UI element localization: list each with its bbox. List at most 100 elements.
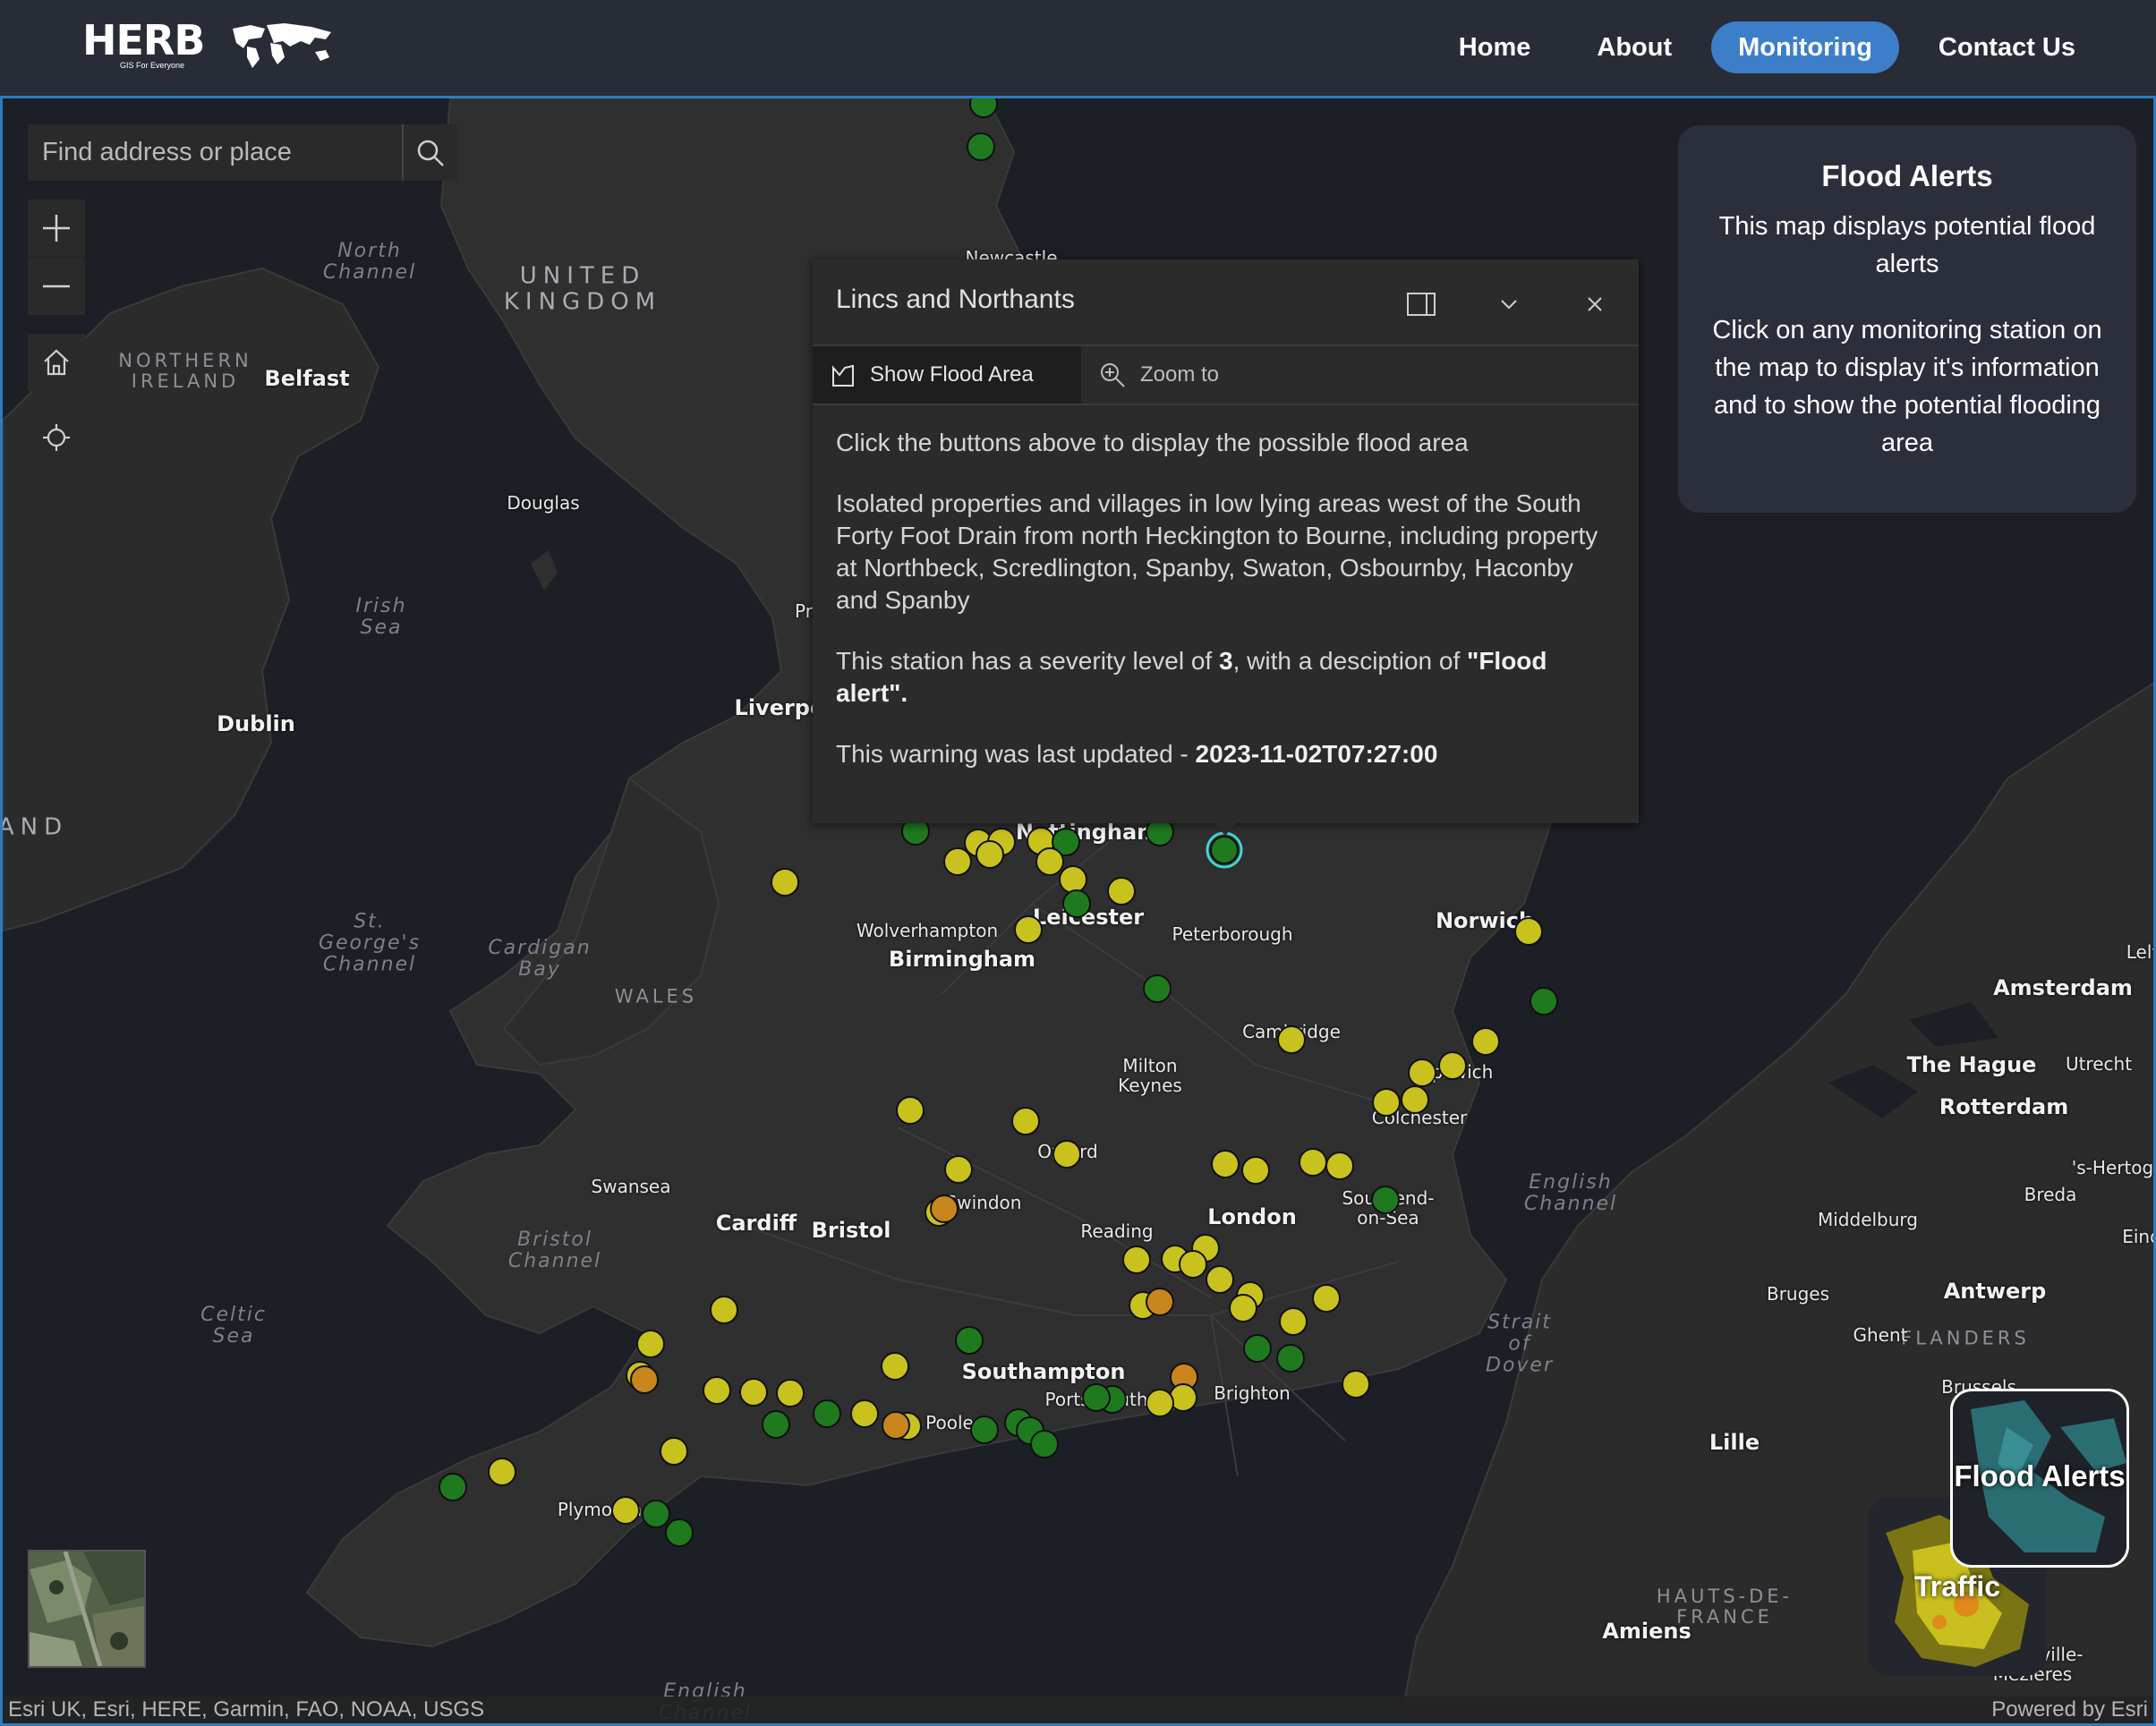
- show-flood-area-button[interactable]: Show Flood Area: [813, 346, 1081, 404]
- popup-updated: This warning was last updated - 2023-11-…: [836, 740, 1438, 768]
- station-marker-alert[interactable]: [636, 1330, 665, 1358]
- station-marker-alert[interactable]: [1206, 1265, 1234, 1294]
- station-marker-alert[interactable]: [488, 1458, 516, 1486]
- station-marker-alert[interactable]: [1471, 1027, 1500, 1056]
- station-marker-severe[interactable]: [630, 1365, 659, 1394]
- station-marker-normal[interactable]: [1082, 1383, 1111, 1412]
- station-marker-normal[interactable]: [1276, 1344, 1305, 1373]
- station-marker-normal[interactable]: [1371, 1186, 1400, 1214]
- herb-logo[interactable]: HERB GIS For Everyone: [82, 16, 331, 79]
- collapse-popup-button[interactable]: [1493, 288, 1525, 320]
- flood-alerts-layer-card[interactable]: Flood Alerts: [1950, 1389, 2129, 1568]
- station-marker-normal[interactable]: [1143, 974, 1172, 1003]
- logo-tagline: GIS For Everyone: [120, 61, 185, 70]
- station-marker-alert[interactable]: [1229, 1294, 1257, 1322]
- station-marker-alert[interactable]: [1372, 1088, 1401, 1117]
- station-marker-alert[interactable]: [1052, 1140, 1081, 1169]
- station-marker-alert[interactable]: [1312, 1284, 1341, 1313]
- locate-crosshair-icon: [43, 424, 70, 451]
- popup-title: Lincs and Northants: [836, 285, 1075, 314]
- station-marker-severe[interactable]: [882, 1411, 910, 1440]
- station-marker-normal[interactable]: [969, 98, 998, 118]
- nav-home[interactable]: Home: [1432, 21, 1558, 73]
- popup-severity: This station has a severity level of 3, …: [836, 647, 1547, 707]
- station-marker-alert[interactable]: [703, 1376, 731, 1405]
- station-marker-normal[interactable]: [1030, 1430, 1059, 1458]
- station-marker-severe[interactable]: [930, 1195, 959, 1223]
- dock-popup-button[interactable]: [1405, 288, 1437, 320]
- station-marker-normal[interactable]: [642, 1500, 670, 1528]
- station-marker-alert[interactable]: [771, 868, 799, 897]
- nav-monitoring[interactable]: Monitoring: [1711, 21, 1899, 73]
- station-marker-alert[interactable]: [1401, 1085, 1429, 1114]
- satellite-thumbnail-icon: [30, 1552, 144, 1666]
- main-nav: Home About Monitoring Contact Us: [1432, 21, 2102, 73]
- station-marker-alert[interactable]: [943, 847, 972, 876]
- station-marker-alert[interactable]: [881, 1352, 909, 1381]
- station-marker-normal[interactable]: [665, 1518, 694, 1547]
- station-marker-normal[interactable]: [967, 132, 995, 161]
- popup-intro: Click the buttons above to display the p…: [836, 429, 1469, 456]
- station-marker-alert[interactable]: [944, 1155, 973, 1184]
- station-marker-alert[interactable]: [1325, 1152, 1354, 1180]
- zoom-out-button[interactable]: [28, 258, 85, 315]
- close-popup-button[interactable]: [1579, 288, 1611, 320]
- station-marker-alert[interactable]: [1035, 847, 1064, 876]
- station-marker-alert[interactable]: [1122, 1246, 1151, 1274]
- zoom-to-button[interactable]: Zoom to: [1081, 346, 1237, 404]
- station-marker-alert[interactable]: [1438, 1051, 1467, 1080]
- station-marker-normal[interactable]: [970, 1416, 999, 1444]
- station-marker-alert[interactable]: [1014, 915, 1043, 944]
- station-marker-normal[interactable]: [1210, 836, 1239, 864]
- station-marker-alert[interactable]: [1011, 1107, 1040, 1135]
- station-marker-alert[interactable]: [1408, 1059, 1436, 1087]
- station-marker-normal[interactable]: [762, 1410, 790, 1439]
- station-marker-alert[interactable]: [1169, 1383, 1197, 1412]
- station-marker-normal[interactable]: [813, 1399, 841, 1428]
- info-card-title: Flood Alerts: [1821, 159, 1993, 192]
- station-marker-alert[interactable]: [976, 840, 1004, 869]
- station-marker-normal[interactable]: [439, 1473, 467, 1501]
- station-marker-alert[interactable]: [1241, 1156, 1270, 1185]
- popup-pointer: [1213, 821, 1238, 836]
- station-marker-alert[interactable]: [710, 1296, 738, 1324]
- station-marker-severe[interactable]: [1146, 1288, 1174, 1316]
- station-marker-alert[interactable]: [611, 1496, 640, 1525]
- attribution-bar: Esri UK, Esri, HERE, Garmin, FAO, NOAA, …: [3, 1696, 2153, 1723]
- home-button[interactable]: [28, 334, 85, 391]
- station-marker-alert[interactable]: [776, 1379, 805, 1407]
- station-marker-alert[interactable]: [660, 1437, 688, 1466]
- station-marker-normal[interactable]: [955, 1326, 984, 1355]
- station-marker-alert[interactable]: [1279, 1307, 1308, 1336]
- map-view[interactable]: North Channel Irish Sea St. George's Channel…: [0, 96, 2156, 1726]
- station-marker-alert[interactable]: [1277, 1025, 1306, 1054]
- zoom-in-button[interactable]: [28, 200, 85, 257]
- search-widget: [28, 124, 457, 181]
- home-icon: [44, 349, 69, 376]
- station-marker-alert[interactable]: [1211, 1150, 1240, 1178]
- flood-alerts-layer-label: Flood Alerts: [1954, 1459, 2126, 1492]
- search-icon: [417, 140, 444, 166]
- station-marker-alert[interactable]: [1059, 865, 1087, 894]
- station-marker-alert[interactable]: [739, 1378, 768, 1407]
- basemap-toggle[interactable]: [28, 1550, 146, 1668]
- station-marker-alert[interactable]: [1107, 877, 1136, 906]
- search-input[interactable]: [28, 124, 402, 181]
- station-marker-alert[interactable]: [1146, 1389, 1174, 1417]
- station-marker-alert[interactable]: [1179, 1250, 1207, 1279]
- station-marker-alert[interactable]: [1299, 1148, 1327, 1177]
- station-marker-alert[interactable]: [1342, 1370, 1370, 1399]
- powered-by-esri[interactable]: Powered by Esri: [1991, 1697, 2148, 1722]
- top-navigation-bar: HERB GIS For Everyone Home About Monitor…: [0, 0, 2156, 96]
- search-button[interactable]: [402, 124, 457, 181]
- station-marker-alert[interactable]: [1514, 917, 1543, 946]
- station-marker-normal[interactable]: [1062, 889, 1091, 918]
- station-marker-alert[interactable]: [850, 1399, 879, 1428]
- popup-header: Lincs and Northants: [813, 259, 1639, 346]
- station-marker-normal[interactable]: [1530, 987, 1558, 1016]
- nav-about[interactable]: About: [1570, 21, 1699, 73]
- station-marker-alert[interactable]: [896, 1096, 925, 1125]
- nav-contact-us[interactable]: Contact Us: [1912, 21, 2102, 73]
- station-marker-normal[interactable]: [1243, 1334, 1272, 1363]
- locate-button[interactable]: [28, 409, 85, 466]
